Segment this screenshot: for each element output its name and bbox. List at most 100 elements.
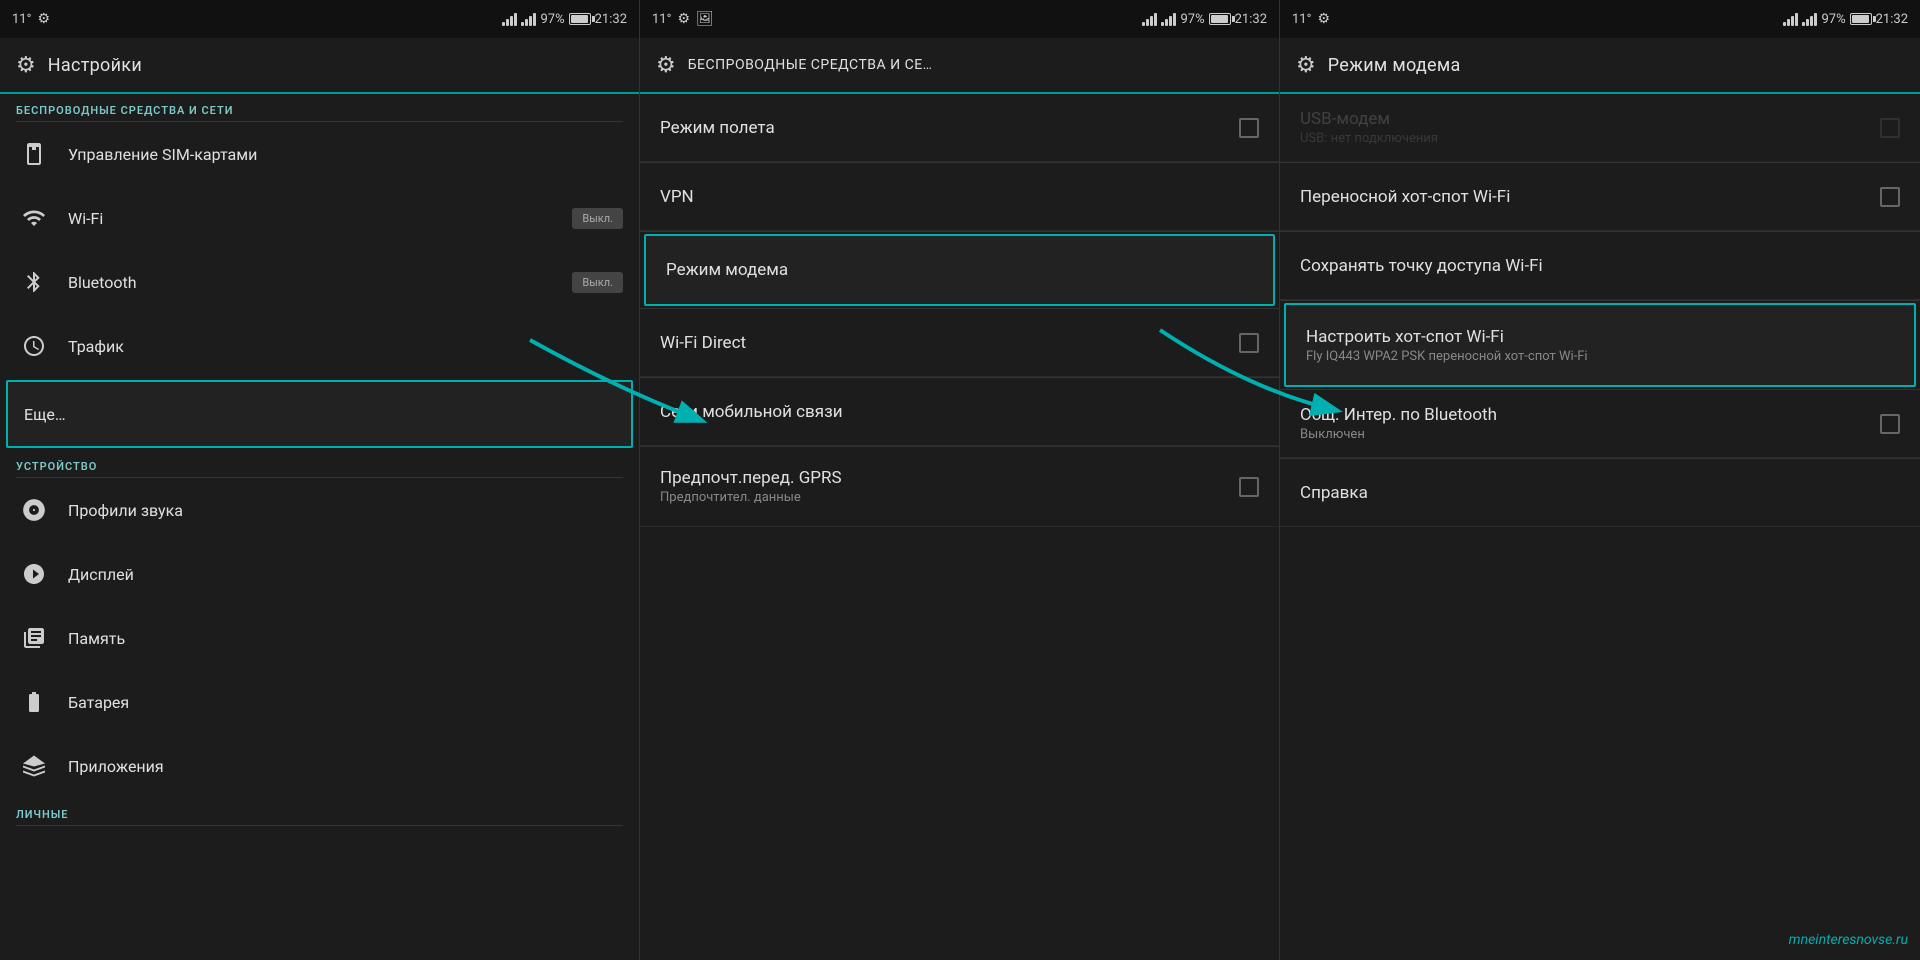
bt-tether-checkbox[interactable] bbox=[1880, 414, 1900, 434]
more-label: Еще… bbox=[24, 405, 615, 424]
battery-label: Батарея bbox=[68, 693, 623, 712]
section-header-1: БЕСПРОВОДНЫЕ СРЕДСТВА И СЕТИ bbox=[0, 94, 639, 121]
title-bar-3: ⚙ Режим модема bbox=[1280, 38, 1920, 94]
gprs-checkbox[interactable] bbox=[1239, 477, 1259, 497]
memory-icon bbox=[16, 620, 52, 656]
divider-p3-3 bbox=[1280, 300, 1920, 301]
menu-item-bluetooth[interactable]: Bluetooth Выкл. bbox=[0, 250, 639, 314]
wifi-toggle[interactable]: Выкл. bbox=[572, 208, 623, 229]
apps-label: Приложения bbox=[68, 757, 623, 776]
temp-1: 11° bbox=[12, 12, 31, 27]
more-content: Еще… bbox=[24, 405, 615, 424]
flight-label: Режим полета bbox=[660, 118, 775, 138]
battery-icon-1 bbox=[569, 13, 591, 25]
wifi-label: Wi-Fi bbox=[68, 209, 556, 228]
menu-item-wifi[interactable]: Wi-Fi Выкл. bbox=[0, 186, 639, 250]
memory-content: Память bbox=[68, 629, 623, 648]
display-label: Дисплей bbox=[68, 565, 623, 584]
display-icon bbox=[16, 556, 52, 592]
menu-item-wifidirect[interactable]: Wi-Fi Direct bbox=[640, 309, 1279, 377]
menu-item-memory[interactable]: Память bbox=[0, 606, 639, 670]
menu-item-config-hotspot[interactable]: Настроить хот-спот Wi-Fi Fly IQ443 WPA2 … bbox=[1286, 305, 1914, 385]
title-text-3: Режим модема bbox=[1328, 55, 1461, 76]
usb-label: USB-модем bbox=[1300, 109, 1390, 129]
sound-icon bbox=[16, 492, 52, 528]
wifidirect-content: Wi-Fi Direct bbox=[660, 333, 1223, 353]
menu-item-traffic[interactable]: Трафик bbox=[0, 314, 639, 378]
modem-item-wrapper: Режим модема bbox=[644, 234, 1275, 306]
mobile-content: Сети мобильной связи bbox=[660, 402, 1259, 422]
menu-item-sound[interactable]: Профили звука bbox=[0, 478, 639, 542]
wifidirect-label: Wi-Fi Direct bbox=[660, 333, 746, 353]
menu-item-modem[interactable]: Режим модема bbox=[646, 236, 1273, 304]
apps-content: Приложения bbox=[68, 757, 623, 776]
gear-icon-2: ⚙ bbox=[677, 11, 690, 27]
status-bar-2: 11° ⚙ 🖼 97% 21:32 bbox=[640, 0, 1279, 38]
menu-item-flight[interactable]: Режим полета bbox=[640, 94, 1279, 162]
temp-2: 11° bbox=[652, 12, 671, 27]
time-2: 21:32 bbox=[1235, 12, 1267, 27]
help-content: Справка bbox=[1300, 483, 1900, 503]
watermark: mneinteresnovse.ru bbox=[1789, 932, 1908, 948]
vpn-content: VPN bbox=[660, 187, 1259, 207]
flight-content: Режим полета bbox=[660, 118, 1223, 138]
sim-label: Управление SIM-картами bbox=[68, 145, 623, 164]
menu-item-battery[interactable]: Батарея bbox=[0, 670, 639, 734]
battery-icon-3 bbox=[1850, 13, 1872, 25]
time-1: 21:32 bbox=[595, 12, 627, 27]
battery-icon-2 bbox=[1209, 13, 1231, 25]
temp-3: 11° bbox=[1292, 12, 1311, 27]
menu-item-display[interactable]: Дисплей bbox=[0, 542, 639, 606]
sim-content: Управление SIM-картами bbox=[68, 145, 623, 164]
config-hotspot-subtitle: Fly IQ443 WPA2 PSK переносной хот-спот W… bbox=[1306, 349, 1894, 364]
menu-item-vpn[interactable]: VPN bbox=[640, 163, 1279, 231]
menu-item-apps[interactable]: Приложения bbox=[0, 734, 639, 798]
signal-icon-1 bbox=[502, 12, 517, 26]
battery-content: Батарея bbox=[68, 693, 623, 712]
section-header-2: УСТРОЙСТВО bbox=[0, 450, 639, 477]
menu-item-gprs[interactable]: Предпочт.перед. GPRS Предпочтител. данны… bbox=[640, 447, 1279, 527]
menu-item-sim[interactable]: Управление SIM-картами bbox=[0, 122, 639, 186]
menu-item-hotspot[interactable]: Переносной хот-спот Wi-Fi bbox=[1280, 163, 1920, 231]
bluetooth-label: Bluetooth bbox=[68, 273, 556, 292]
section-header-3: ЛИЧНЫЕ bbox=[0, 798, 639, 825]
status-left-3: 11° ⚙ bbox=[1292, 11, 1330, 27]
mobile-label: Сети мобильной связи bbox=[660, 402, 843, 422]
help-label: Справка bbox=[1300, 483, 1368, 503]
menu-item-usb[interactable]: USB-модем USB: нет подключения bbox=[1280, 94, 1920, 162]
divider-p2-2 bbox=[640, 231, 1279, 232]
menu-item-more[interactable]: Еще… bbox=[8, 382, 631, 446]
flight-checkbox[interactable] bbox=[1239, 118, 1259, 138]
status-right-3: 97% 21:32 bbox=[1783, 12, 1908, 27]
usb-checkbox[interactable] bbox=[1880, 118, 1900, 138]
image-icon-2: 🖼 bbox=[696, 11, 714, 27]
signal-2b bbox=[1161, 12, 1176, 26]
save-ap-content: Сохранять точку доступа Wi-Fi bbox=[1300, 256, 1900, 276]
signal-2a bbox=[1142, 12, 1157, 26]
panel1: 11° ⚙ 97% 21:32 bbox=[0, 0, 640, 960]
title-text-1: Настройки bbox=[48, 55, 142, 76]
hotspot-checkbox[interactable] bbox=[1880, 187, 1900, 207]
bt-tether-subtitle: Выключен bbox=[1300, 427, 1864, 442]
signal-icon-1b bbox=[521, 12, 536, 26]
menu-item-mobile[interactable]: Сети мобильной связи bbox=[640, 378, 1279, 446]
display-content: Дисплей bbox=[68, 565, 623, 584]
bluetooth-content: Bluetooth bbox=[68, 273, 556, 292]
status-right-2: 97% 21:32 bbox=[1142, 12, 1267, 27]
status-bar-3: 11° ⚙ 97% 21:32 bbox=[1280, 0, 1920, 38]
panel3: 11° ⚙ 97% 21:32 ⚙ Режим мо bbox=[1280, 0, 1920, 960]
menu-item-save-ap[interactable]: Сохранять точку доступа Wi-Fi bbox=[1280, 232, 1920, 300]
sim-icon bbox=[16, 136, 52, 172]
vpn-label: VPN bbox=[660, 187, 694, 207]
wifidirect-checkbox[interactable] bbox=[1239, 333, 1259, 353]
menu-item-help[interactable]: Справка bbox=[1280, 459, 1920, 527]
title-bar-1: ⚙ Настройки bbox=[0, 38, 639, 94]
menu-item-bt-tether[interactable]: Общ. Интер. по Bluetooth Выключен bbox=[1280, 390, 1920, 458]
gprs-content: Предпочт.перед. GPRS Предпочтител. данны… bbox=[660, 468, 1223, 505]
status-right-1: 97% 21:32 bbox=[502, 12, 627, 27]
time-3: 21:32 bbox=[1876, 12, 1908, 27]
hotspot-content: Переносной хот-спот Wi-Fi bbox=[1300, 187, 1864, 207]
bluetooth-toggle[interactable]: Выкл. bbox=[572, 272, 623, 293]
usb-content: USB-модем USB: нет подключения bbox=[1300, 109, 1864, 146]
settings-icon-2: ⚙ bbox=[656, 53, 676, 78]
